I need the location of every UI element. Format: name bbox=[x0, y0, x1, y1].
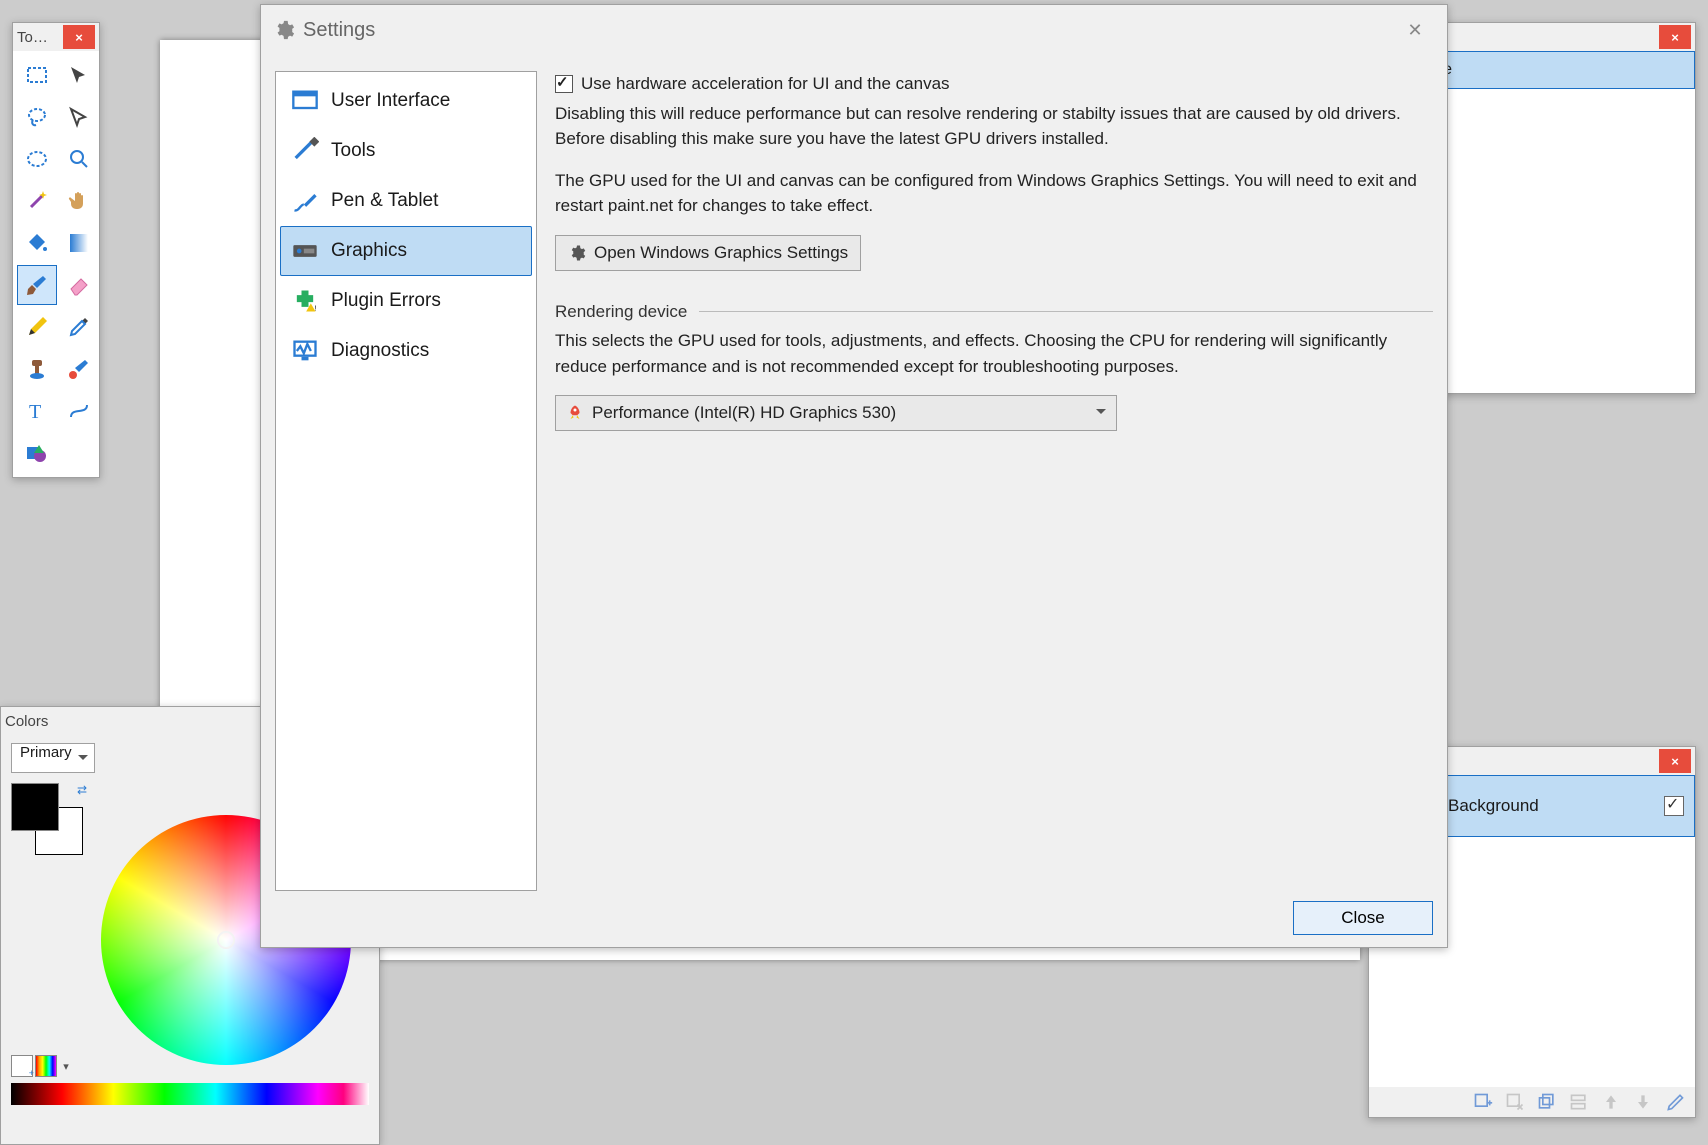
ellipse-select-tool[interactable] bbox=[17, 139, 57, 179]
gear-icon bbox=[273, 19, 295, 41]
palette-menu-button[interactable]: ▾ bbox=[59, 1056, 73, 1076]
duplicate-layer-button[interactable] bbox=[1535, 1090, 1559, 1114]
primary-color-swatch[interactable] bbox=[11, 783, 59, 831]
swap-colors-icon[interactable]: ⇄ bbox=[77, 783, 87, 797]
layer-visible-checkbox[interactable] bbox=[1664, 796, 1684, 816]
pencil-tool[interactable] bbox=[17, 307, 57, 347]
pan-tool[interactable] bbox=[59, 181, 99, 221]
close-icon[interactable]: × bbox=[63, 25, 95, 49]
delete-layer-button[interactable] bbox=[1503, 1090, 1527, 1114]
dialog-title: Settings bbox=[303, 19, 1387, 42]
close-icon[interactable]: ✕ bbox=[1395, 15, 1435, 45]
rendering-device-select[interactable]: Performance (Intel(R) HD Graphics 530) bbox=[555, 395, 1117, 431]
category-diagnostics[interactable]: Diagnostics bbox=[280, 326, 532, 376]
button-label: Open Windows Graphics Settings bbox=[594, 240, 848, 266]
color-wheel-cursor[interactable] bbox=[217, 931, 235, 949]
rendering-device-description: This selects the GPU used for tools, adj… bbox=[555, 328, 1433, 379]
recolor-tool[interactable] bbox=[59, 349, 99, 389]
hw-accel-checkbox[interactable] bbox=[555, 75, 573, 93]
divider bbox=[699, 311, 1433, 312]
add-layer-button[interactable] bbox=[1471, 1090, 1495, 1114]
category-user-interface[interactable]: User Interface bbox=[280, 76, 532, 126]
rectangle-select-tool[interactable] bbox=[17, 55, 57, 95]
move-up-button[interactable] bbox=[1599, 1090, 1623, 1114]
paintbrush-tool[interactable] bbox=[17, 265, 57, 305]
paint-bucket-tool[interactable] bbox=[17, 223, 57, 263]
eraser-tool[interactable] bbox=[59, 265, 99, 305]
layer-properties-button[interactable] bbox=[1663, 1090, 1687, 1114]
category-label: Pen & Tablet bbox=[331, 190, 438, 212]
open-windows-graphics-settings-button[interactable]: Open Windows Graphics Settings bbox=[555, 235, 861, 271]
svg-text:!: ! bbox=[314, 305, 316, 312]
gradient-tool[interactable] bbox=[59, 223, 99, 263]
close-button[interactable]: Close bbox=[1293, 901, 1433, 935]
text-tool[interactable]: T bbox=[17, 391, 57, 431]
tools-panel: To… × T bbox=[12, 22, 100, 478]
rocket-icon bbox=[566, 404, 584, 422]
move-selection-tool[interactable] bbox=[59, 97, 99, 137]
tools-title: To… bbox=[17, 29, 63, 46]
close-icon[interactable]: × bbox=[1659, 749, 1691, 773]
hw-accel-label: Use hardware acceleration for UI and the… bbox=[581, 71, 950, 97]
close-icon[interactable]: × bbox=[1659, 25, 1691, 49]
category-label: Diagnostics bbox=[331, 340, 429, 362]
move-down-button[interactable] bbox=[1631, 1090, 1655, 1114]
line-curve-tool[interactable] bbox=[59, 391, 99, 431]
gear-icon bbox=[568, 244, 586, 262]
svg-text:T: T bbox=[29, 401, 41, 423]
color-swatches[interactable]: ⇄ bbox=[11, 783, 91, 855]
merge-down-button[interactable] bbox=[1567, 1090, 1591, 1114]
lasso-select-tool[interactable] bbox=[17, 97, 57, 137]
add-palette-color-button[interactable]: + bbox=[11, 1055, 33, 1077]
settings-category-list: User Interface Tools Pen & Tablet Graphi… bbox=[275, 71, 537, 891]
category-label: User Interface bbox=[331, 90, 450, 112]
layer-name: Background bbox=[1448, 796, 1652, 816]
shapes-tool[interactable] bbox=[17, 433, 57, 473]
settings-dialog: Settings ✕ User Interface Tools Pen & Ta… bbox=[260, 4, 1448, 948]
primary-secondary-select[interactable]: Primary bbox=[11, 743, 95, 773]
magic-wand-tool[interactable] bbox=[17, 181, 57, 221]
zoom-tool[interactable] bbox=[59, 139, 99, 179]
chevron-down-icon bbox=[1096, 409, 1106, 419]
move-tool[interactable] bbox=[59, 55, 99, 95]
empty-tool-slot bbox=[59, 433, 99, 473]
settings-page-graphics: Use hardware acceleration for UI and the… bbox=[555, 71, 1433, 891]
gpu-config-description: The GPU used for the UI and canvas can b… bbox=[555, 168, 1433, 219]
clone-stamp-tool[interactable] bbox=[17, 349, 57, 389]
category-tools[interactable]: Tools bbox=[280, 126, 532, 176]
category-label: Plugin Errors bbox=[331, 290, 441, 312]
palette-strip[interactable] bbox=[11, 1083, 369, 1105]
color-picker-tool[interactable] bbox=[59, 307, 99, 347]
palette-manage-button[interactable] bbox=[35, 1055, 57, 1077]
select-value: Performance (Intel(R) HD Graphics 530) bbox=[592, 400, 896, 426]
category-pen-tablet[interactable]: Pen & Tablet bbox=[280, 176, 532, 226]
category-graphics[interactable]: Graphics bbox=[280, 226, 532, 276]
category-label: Tools bbox=[331, 140, 375, 162]
rendering-device-heading: Rendering device bbox=[555, 299, 687, 325]
hw-accel-description: Disabling this will reduce performance b… bbox=[555, 101, 1433, 152]
category-label: Graphics bbox=[331, 240, 407, 262]
category-plugin-errors[interactable]: ! Plugin Errors bbox=[280, 276, 532, 326]
